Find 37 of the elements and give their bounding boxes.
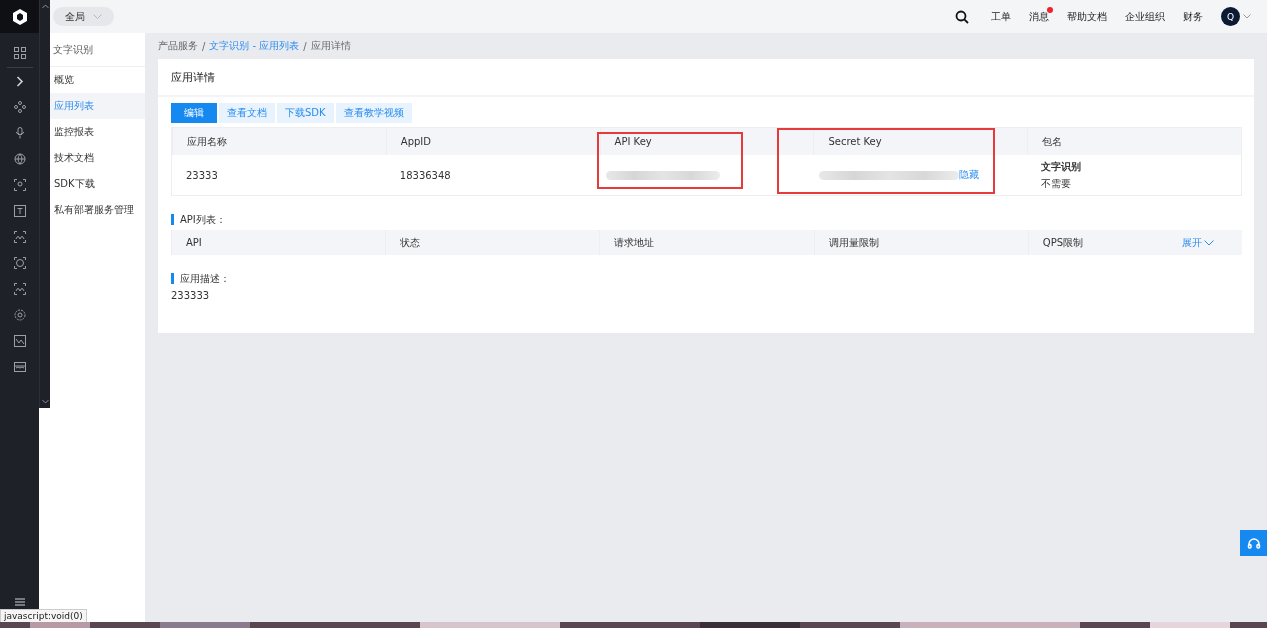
card-title: 应用详情	[158, 59, 1254, 97]
column-header: AppID	[400, 136, 431, 147]
sidebar-item[interactable]: 概览	[50, 67, 145, 93]
section-title: API列表：	[171, 214, 1242, 225]
scope-select[interactable]: 全局	[53, 7, 114, 26]
breadcrumb-item: 产品服务	[158, 39, 198, 53]
column-header: 应用名称	[187, 134, 227, 149]
section-title: 应用描述：	[171, 273, 1242, 284]
column-header: 包名	[1042, 134, 1063, 149]
sidebar-item[interactable]: SDK下载	[50, 171, 145, 197]
column-header: 调用量限制	[828, 235, 879, 250]
description-text: 233333	[170, 290, 211, 301]
nav-link[interactable]: 消息	[1029, 9, 1049, 24]
sidebar-item[interactable]: 监控报表	[50, 119, 145, 145]
sidebar-item[interactable]: 技术文档	[50, 145, 145, 171]
column-header: 请求地址	[614, 235, 655, 250]
sidebar-item[interactable]: 私有部署服务管理	[50, 197, 145, 223]
nav-link[interactable]: 财务	[1183, 9, 1203, 24]
column-header: QPS限制	[1042, 235, 1084, 250]
breadcrumb-separator: /	[202, 40, 206, 52]
nav-link[interactable]: 帮助文档	[1067, 9, 1107, 24]
nav-link[interactable]: 企业组织	[1125, 9, 1165, 24]
breadcrumb-item: 应用详情	[310, 39, 351, 53]
breadcrumb-separator: /	[303, 40, 307, 52]
nav-link[interactable]: 工单	[991, 9, 1011, 24]
package-title: 文字识别	[1041, 159, 1082, 174]
package-note: 不需要	[1041, 176, 1072, 191]
column-header: 状态	[400, 235, 421, 250]
column-header: API Key	[614, 136, 652, 147]
hide-link[interactable]: 隐藏	[959, 168, 980, 182]
action-button[interactable]: 编辑	[171, 103, 217, 123]
status-tooltip: javascript:void(0)	[0, 609, 87, 623]
column-header: Secret Key	[828, 136, 882, 147]
table-cell-text: 23333	[185, 168, 219, 183]
column-header: API	[186, 237, 202, 248]
table-cell-text: 18336348	[398, 168, 452, 183]
user-avatar[interactable]: Q	[1221, 7, 1240, 26]
